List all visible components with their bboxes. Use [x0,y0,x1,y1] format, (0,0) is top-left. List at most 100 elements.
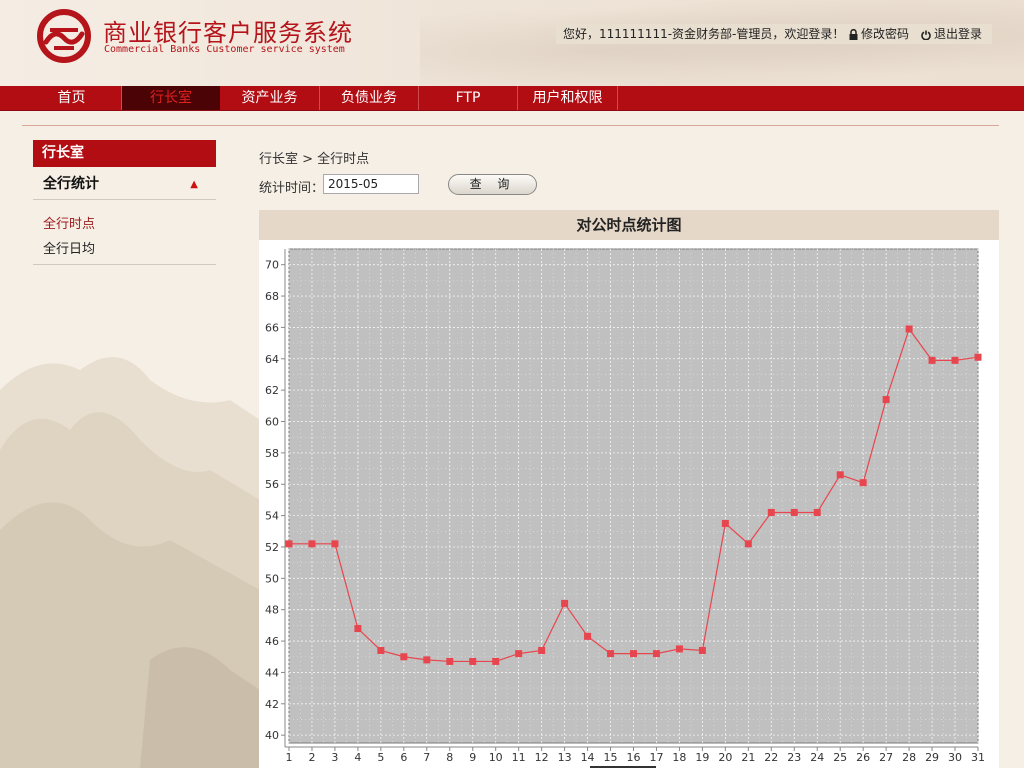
y-tick-label: 48 [265,604,279,617]
x-tick-label: 20 [718,751,732,764]
x-tick-label: 19 [695,751,709,764]
x-tick-label: 24 [810,751,824,764]
x-tick-label: 11 [512,751,526,764]
data-point [721,519,729,527]
x-tick-label: 4 [354,751,361,764]
user-bar: 您好，111111111-资金财务部-管理员，欢迎登录！ 修改密码 退出登录 [556,24,992,44]
y-tick-label: 62 [265,384,279,397]
stat-time-label: 统计时间： [259,181,325,196]
data-point [905,325,913,333]
y-tick-label: 66 [265,321,279,334]
x-tick-label: 1 [286,751,293,764]
x-tick-label: 6 [400,751,407,764]
change-password-link[interactable]: 修改密码 [849,24,909,44]
x-tick-label: 27 [879,751,893,764]
nav-item-president-office[interactable]: 行长室 [122,86,220,110]
y-tick-label: 50 [265,572,279,585]
x-tick-label: 31 [971,751,985,764]
data-point [607,650,615,658]
data-point [423,656,431,664]
stat-time-input[interactable] [323,174,419,194]
y-tick-label: 40 [265,729,279,742]
data-point [492,657,500,665]
data-point [813,508,821,516]
x-tick-label: 9 [469,751,476,764]
y-tick-label: 60 [265,416,279,429]
query-button[interactable]: 查 询 [448,174,537,195]
data-point [515,650,523,658]
data-point [538,646,546,654]
y-tick-label: 42 [265,698,279,711]
x-tick-label: 12 [535,751,549,764]
y-tick-label: 52 [265,541,279,554]
data-point [561,599,569,607]
app-subtitle: Commercial Banks Customer service system [104,44,345,55]
nav-item-ftp[interactable]: FTP [419,86,518,110]
y-tick-label: 64 [265,353,279,366]
data-point [469,657,477,665]
x-tick-label: 5 [377,751,384,764]
data-point [698,646,706,654]
landscape-background-art [0,357,260,768]
data-point [675,645,683,653]
data-point [882,396,890,404]
nav-item-liability-business[interactable]: 负债业务 [320,86,419,110]
y-tick-label: 46 [265,635,279,648]
data-point [331,540,339,548]
x-tick-label: 28 [902,751,916,764]
x-tick-label: 7 [423,751,430,764]
data-point [928,356,936,364]
data-point [836,471,844,479]
x-tick-label: 16 [627,751,641,764]
logout-label: 退出登录 [934,27,983,41]
nav-item-users-permissions[interactable]: 用户和权限 [518,86,618,110]
x-tick-label: 30 [948,751,962,764]
breadcrumb: 行长室 > 全行时点 [259,152,370,167]
y-tick-label: 44 [265,666,279,679]
welcome-text: 您好，111111111-资金财务部-管理员，欢迎登录！ [563,27,845,41]
chart-title: 对公时点统计图 [259,210,999,240]
sidebar-item-point-in-time[interactable]: 全行时点 [43,213,95,232]
nav-item-asset-business[interactable]: 资产业务 [220,86,320,110]
nav-item-home[interactable]: 首页 [22,86,122,110]
sidebar-group-label: 全行统计 [43,176,99,192]
power-icon [921,30,931,40]
x-tick-label: 25 [833,751,847,764]
chart-area: 40 42 44 46 48 50 52 54 56 58 60 62 64 66 68 70 1 2 3 4 5 6 7 8… [259,240,999,768]
y-tick-label: 56 [265,478,279,491]
x-tick-label: 10 [489,751,503,764]
sidebar-item-daily-average[interactable]: 全行日均 [43,238,95,257]
x-tick-label: 17 [649,751,663,764]
line-chart: 404244464850525456586062646668701 2 3 4 5 6 7 8… [265,248,985,764]
x-tick-label: 13 [558,751,572,764]
data-point [744,540,752,548]
data-point [446,657,454,665]
plot-background [288,248,979,744]
x-tick-label: 14 [581,751,595,764]
sidebar-group-all-bank-stats[interactable]: 全行统计 ▲ [33,171,216,200]
x-tick-label: 29 [925,751,939,764]
x-tick-label: 23 [787,751,801,764]
data-point [354,625,362,633]
data-point [974,353,982,361]
y-tick-label: 58 [265,447,279,460]
collapse-triangle-icon: ▲ [190,179,198,190]
data-point [951,356,959,364]
data-point [584,632,592,640]
logout-link[interactable]: 退出登录 [921,24,982,44]
data-point [630,650,637,658]
x-tick-label: 18 [672,751,686,764]
sidebar-title: 行长室 [33,140,216,167]
x-tick-label: 2 [308,751,315,764]
lock-icon [849,29,858,40]
data-point [377,646,385,654]
x-tick-label: 8 [446,751,453,764]
data-point [767,508,775,516]
data-point [790,508,798,516]
main-nav: 首页 行长室 资产业务 负债业务 FTP 用户和权限 [0,86,1024,111]
x-tick-label: 21 [741,751,755,764]
x-tick-label: 15 [604,751,618,764]
bank-logo-icon [37,9,91,63]
x-tick-label: 22 [764,751,778,764]
data-point [285,540,293,548]
